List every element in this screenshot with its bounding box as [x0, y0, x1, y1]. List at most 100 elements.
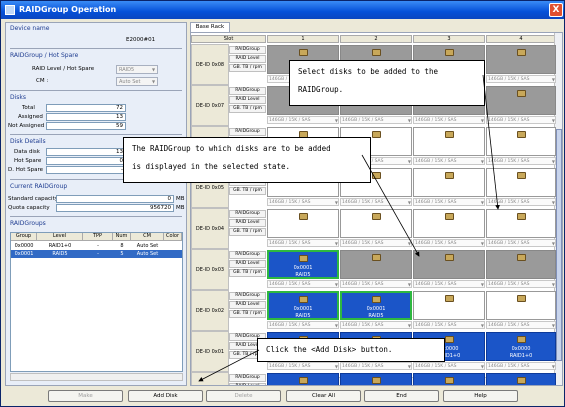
- disk-slot[interactable]: [486, 45, 556, 74]
- cm-select[interactable]: Auto Set ▼: [116, 77, 158, 86]
- total-value: 72: [46, 104, 126, 112]
- row-label: GB. TB / rpm: [229, 310, 266, 318]
- disk-spec-select[interactable]: 146GB / 15K / SAS ▼: [267, 198, 339, 206]
- col-header-cm[interactable]: CM: [131, 233, 164, 241]
- disk-icon: [445, 213, 454, 220]
- disk-spec-select[interactable]: 146GB / 15K / SAS ▼: [413, 198, 485, 206]
- disk-spec-select[interactable]: 146GB / 15K / SAS ▼: [413, 362, 485, 370]
- row-label: RAIDGroup: [229, 46, 266, 54]
- disk-spec-select[interactable]: 146GB / 15K / SAS ▼: [486, 157, 556, 165]
- disk-spec-select[interactable]: 146GB / 15K / SAS ▼: [486, 239, 556, 247]
- disk-slot[interactable]: 0x0000RAID1+0: [486, 373, 556, 385]
- disk-spec-select[interactable]: 146GB / 15K / SAS ▼: [413, 239, 485, 247]
- chevron-down-icon: ▼: [407, 323, 411, 328]
- disk-spec-select[interactable]: 146GB / 15K / SAS ▼: [413, 321, 485, 329]
- col-header-color[interactable]: Color: [164, 233, 182, 241]
- disk-slot[interactable]: 0x0000RAID1+0: [413, 373, 485, 385]
- chevron-down-icon: ▼: [551, 77, 555, 82]
- cell-cm: Auto Set: [136, 243, 159, 249]
- disk-spec-text: 146GB / 15K / SAS: [415, 282, 457, 287]
- row-label: GB. TB / rpm: [229, 64, 266, 72]
- raid-level-select[interactable]: RAID5 ▼: [116, 65, 158, 74]
- disk-slot[interactable]: 0x0001 RAID5: [340, 291, 412, 320]
- disk-spec-select[interactable]: 146GB / 15K / SAS ▼: [267, 362, 339, 370]
- data-disk-label: Data disk: [14, 149, 40, 155]
- disk-slot[interactable]: 0x0000RAID1+0: [486, 332, 556, 361]
- disk-slot[interactable]: 0x0000RAID1+0: [267, 373, 339, 385]
- disk-spec-select[interactable]: 146GB / 15K / SAS ▼: [340, 239, 412, 247]
- disk-spec-text: 146GB / 15K / SAS: [415, 323, 457, 328]
- disk-slot[interactable]: [267, 209, 339, 238]
- disk-spec-text: 146GB / 15K / SAS: [488, 364, 530, 369]
- total-label: Total: [22, 105, 35, 111]
- disk-slot[interactable]: [486, 209, 556, 238]
- table-row[interactable]: 0x0000 RAID1+0 - 8 Auto Set: [11, 242, 182, 250]
- disk-details-heading: Disk Details: [10, 138, 46, 145]
- disk-spec-select[interactable]: 146GB / 15K / SAS ▼: [486, 198, 556, 206]
- disk-slot[interactable]: [413, 209, 485, 238]
- disk-slot[interactable]: [413, 291, 485, 320]
- end-button[interactable]: End: [364, 390, 439, 402]
- disk-slot[interactable]: 0x0000RAID1+0: [340, 373, 412, 385]
- disk-spec-select[interactable]: 146GB / 15K / SAS ▼: [267, 321, 339, 329]
- disk-icon: [517, 172, 526, 179]
- left-panel: Device name E2000#01 RAIDGroup / Hot Spa…: [5, 22, 187, 386]
- disk-spec-select[interactable]: 146GB / 15K / SAS ▼: [486, 116, 556, 124]
- disk-spec-select[interactable]: 146GB / 15K / SAS ▼: [413, 116, 485, 124]
- group-level: RAID5: [368, 313, 384, 319]
- clear-all-button[interactable]: Clear All: [286, 390, 361, 402]
- help-button[interactable]: Help: [443, 390, 518, 402]
- disk-spec-select[interactable]: 146GB / 15K / SAS ▼: [267, 239, 339, 247]
- disk-icon: [299, 49, 308, 56]
- col-header-num[interactable]: Num: [113, 233, 131, 241]
- disk-spec-select[interactable]: 146GB / 15K / SAS ▼: [340, 321, 412, 329]
- slot-header: Slot: [191, 35, 266, 43]
- disk-slot[interactable]: [486, 291, 556, 320]
- disk-slot[interactable]: [486, 127, 556, 156]
- group-level: RAID1+0: [509, 353, 533, 359]
- table-row-selected[interactable]: 0x0001 RAID5 - 5 Auto Set: [11, 250, 182, 258]
- table-horizontal-scrollbar[interactable]: [10, 373, 183, 381]
- disk-spec-select[interactable]: 146GB / 15K / SAS ▼: [340, 198, 412, 206]
- row-label: RAID Level: [229, 260, 266, 268]
- disk-spec-select[interactable]: 146GB / 15K / SAS ▼: [267, 280, 339, 288]
- disk-spec-select[interactable]: 146GB / 15K / SAS ▼: [340, 116, 412, 124]
- disk-slot[interactable]: [340, 209, 412, 238]
- disk-spec-select[interactable]: 146GB / 15K / SAS ▼: [340, 362, 412, 370]
- scroll-thumb[interactable]: [556, 129, 562, 361]
- disk-spec-select[interactable]: 146GB / 15K / SAS ▼: [486, 321, 556, 329]
- delete-button[interactable]: Delete: [206, 390, 281, 402]
- tab-base-rack[interactable]: Base Rack: [190, 22, 230, 32]
- disk-slot[interactable]: [486, 86, 556, 115]
- chevron-down-icon: ▼: [551, 241, 555, 246]
- disk-slot[interactable]: [413, 250, 485, 279]
- col-header-group[interactable]: Group: [11, 233, 37, 241]
- row-label: RAIDGroup: [229, 87, 266, 95]
- row-label: RAIDGroup: [229, 292, 266, 300]
- col-header-tpp[interactable]: TPP: [83, 233, 113, 241]
- disk-slot[interactable]: 0x0001 RAID5: [267, 250, 339, 279]
- disk-spec-select[interactable]: 146GB / 15K / SAS ▼: [267, 116, 339, 124]
- disk-slot[interactable]: [413, 168, 485, 197]
- cell-num: 8: [120, 243, 124, 249]
- disk-spec-select[interactable]: 146GB / 15K / SAS ▼: [486, 362, 556, 370]
- d-hot-spare-label: D. Hot Spare: [8, 167, 44, 173]
- close-button[interactable]: X: [549, 3, 563, 17]
- device-label: DE-ID 0x01: [191, 331, 229, 372]
- disk-slot[interactable]: [413, 127, 485, 156]
- disk-slot[interactable]: [486, 250, 556, 279]
- add-disk-button[interactable]: Add Disk: [128, 390, 203, 402]
- disk-slot[interactable]: [340, 250, 412, 279]
- row-label: RAID Level: [229, 301, 266, 309]
- disk-spec-select[interactable]: 146GB / 15K / SAS ▼: [413, 157, 485, 165]
- disk-spec-select[interactable]: 146GB / 15K / SAS ▼: [486, 280, 556, 288]
- disk-slot[interactable]: 0x0001 RAID5: [267, 291, 339, 320]
- col-header-level[interactable]: Level: [37, 233, 83, 241]
- disk-slot[interactable]: [486, 168, 556, 197]
- disk-spec-select[interactable]: 146GB / 15K / SAS ▼: [340, 280, 412, 288]
- disk-spec-select[interactable]: 146GB / 15K / SAS ▼: [486, 75, 556, 83]
- callout-selected-state: The RAIDGroup to which disks are to be a…: [123, 137, 371, 183]
- disk-spec-select[interactable]: 146GB / 15K / SAS ▼: [413, 280, 485, 288]
- make-button[interactable]: Make: [48, 390, 123, 402]
- disk-icon: [299, 213, 308, 220]
